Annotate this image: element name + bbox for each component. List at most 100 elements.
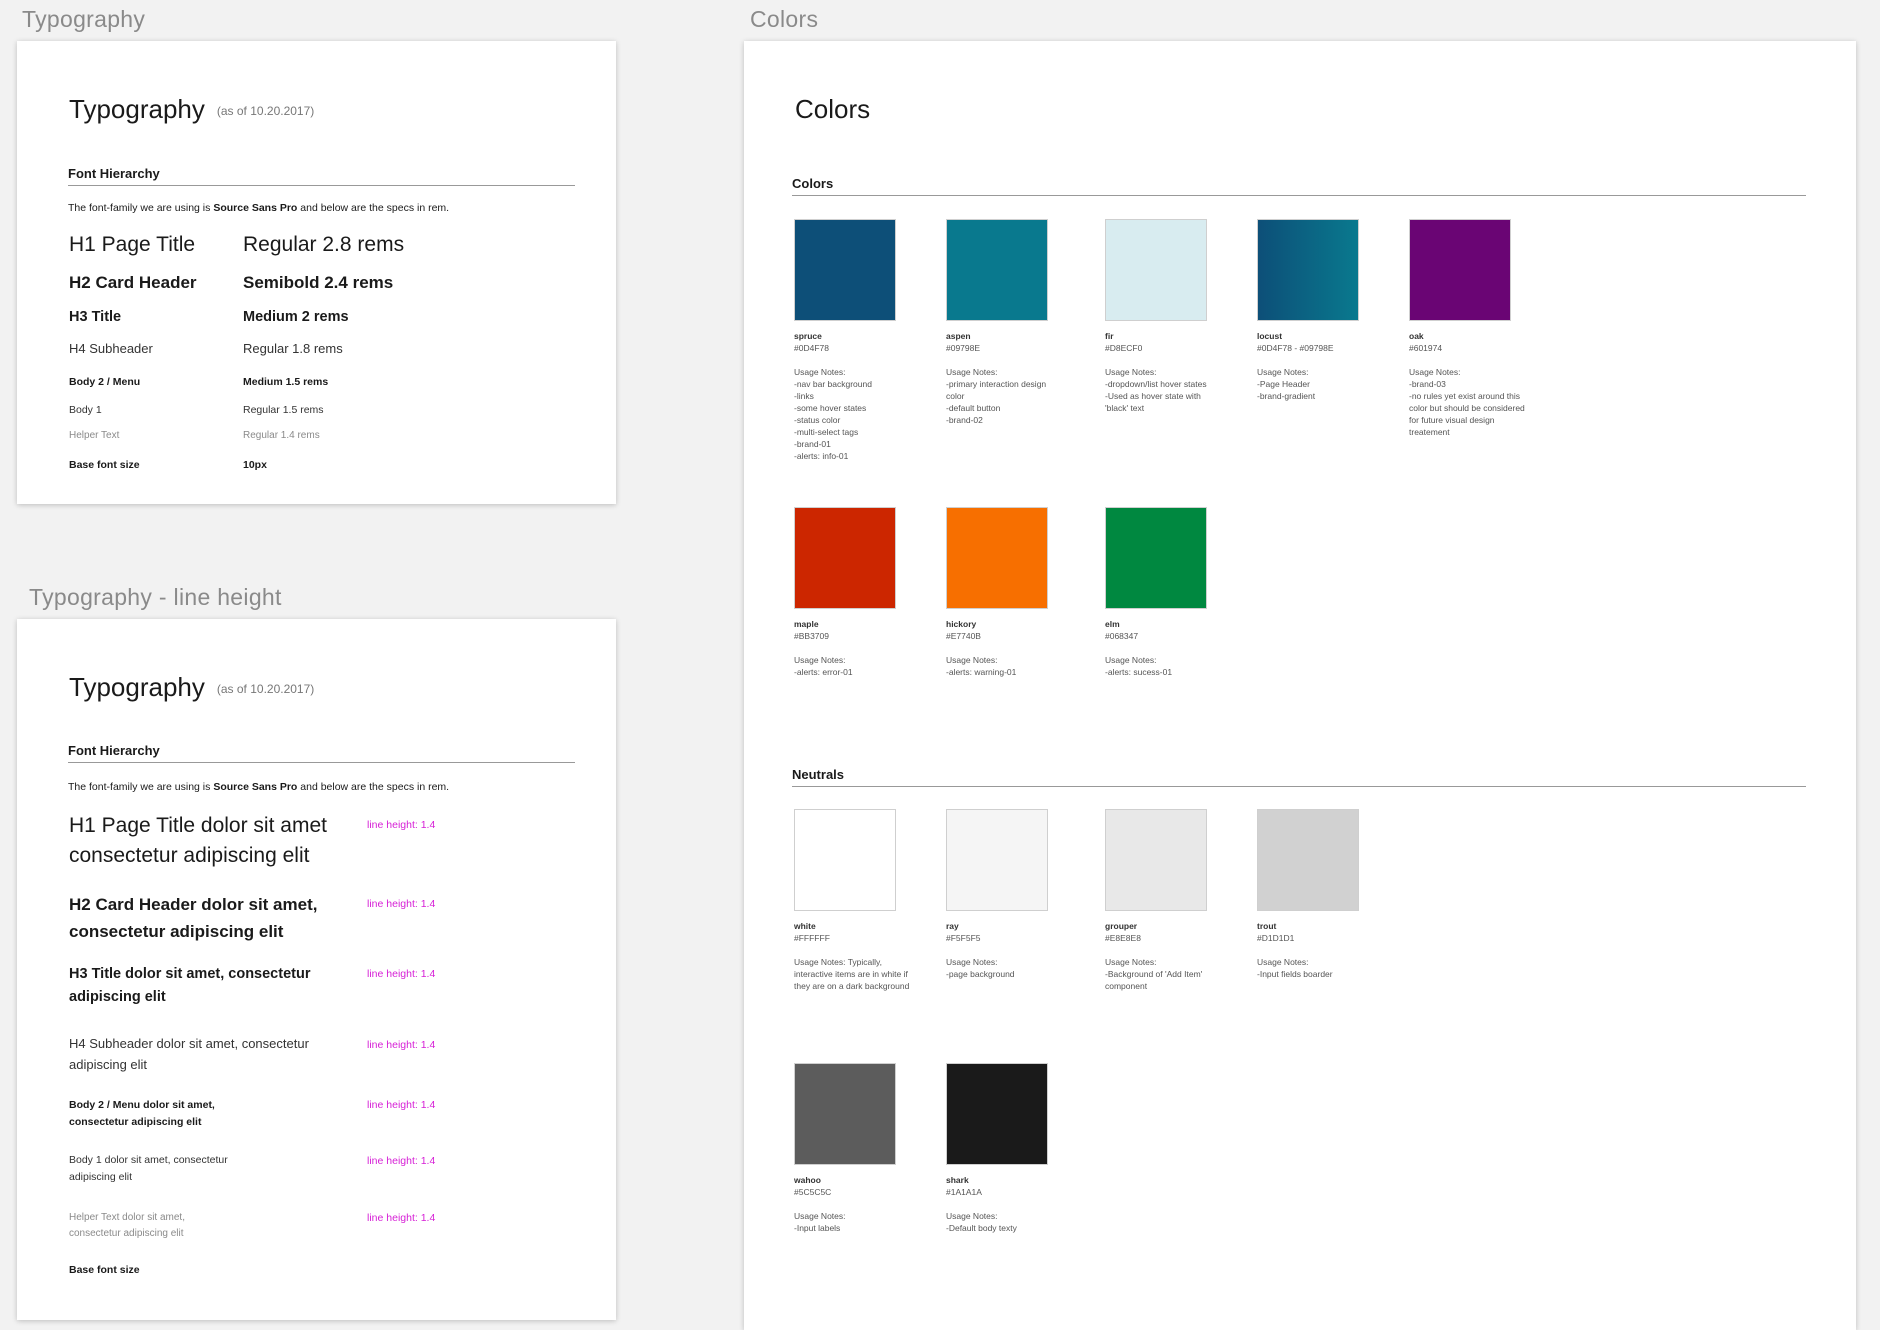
swatch-color [794, 219, 896, 321]
swatch-usage-notes: Usage Notes: -nav bar background -links … [794, 367, 872, 461]
swatch-hex: #D8ECF0 [1105, 343, 1143, 353]
lh-row-helper: Helper Text dolor sit amet, consectetur … [69, 1212, 185, 1239]
swatch-hex: #068347 [1105, 631, 1139, 641]
swatch-hex: #F5F5F5 [946, 933, 981, 943]
lh-row-h1: H1 Page Title dolor sit amet consectetur… [69, 814, 327, 868]
swatch-name: white [794, 921, 816, 931]
spec-value: Semibold 2.4 rems [243, 273, 394, 292]
lh-row-h2: H2 Card Header dolor sit amet, consectet… [69, 895, 318, 942]
swatch-maple: maple #BB3709 Usage Notes: -alerts: error-… [794, 507, 914, 678]
swatch-hickory: hickory #E7740B Usage Notes: -alerts: warn… [946, 507, 1066, 678]
lh-tag-h2: line height: 1.4 [367, 898, 436, 910]
page-title: Typography (as of 10.20.2017) [69, 672, 314, 703]
intro-font: Source Sans Pro [213, 202, 298, 214]
swatch-color [946, 507, 1048, 609]
spec-value: Regular 1.5 rems [243, 404, 324, 416]
section-heading: Font Hierarchy [68, 743, 575, 763]
swatch-usage-notes: Usage Notes: -alerts: warning-01 [946, 655, 1017, 677]
intro-pre: The font-family we are using is [68, 781, 214, 793]
swatch-color [1409, 219, 1511, 321]
swatch-usage-notes: Usage Notes: -alerts: sucess-01 [1105, 655, 1173, 677]
artboard-typography-lh[interactable]: Typography (as of 10.20.2017) Font Hierar… [17, 619, 616, 1320]
section-heading-neutrals: Neutrals [792, 767, 1806, 787]
swatch-grouper: grouper #E8E8E8 Usage Notes: -Background o… [1105, 809, 1225, 992]
swatch-aspen: aspen #09798E Usage Notes: -primary intera… [946, 219, 1066, 426]
spec-value: Medium 2 rems [243, 309, 349, 325]
artboard-typography[interactable]: Typography (as of 10.20.2017) Font Hierar… [17, 41, 616, 504]
artboard-label-typography-lh: Typography - line height [29, 584, 282, 610]
swatch-shark: shark #1A1A1A Usage Notes: -Default body t… [946, 1063, 1066, 1234]
intro-pre: The font-family we are using is [68, 202, 214, 214]
lh-tag-h1: line height: 1.4 [367, 819, 436, 831]
swatch-color [946, 219, 1048, 321]
spec-row-h1: H1 Page Title Regular 2.8 rems [69, 233, 596, 263]
swatch-usage-notes: Usage Notes: -Default body texty [946, 1211, 1017, 1233]
intro-text: The font-family we are using is Source S… [68, 202, 449, 214]
spec-name: H4 Subheader [69, 341, 153, 356]
swatch-hex: #E8E8E8 [1105, 933, 1141, 943]
swatch-color [946, 1063, 1048, 1165]
lh-tag-body2: line height: 1.4 [367, 1099, 436, 1111]
swatch-usage-notes: Usage Notes: -Page Header -brand-gradien… [1257, 367, 1316, 401]
swatch-hex: #E7740B [946, 631, 981, 641]
swatch-wahoo: wahoo #5C5C5C Usage Notes: -Input labels [794, 1063, 914, 1234]
swatch-usage-notes: Usage Notes: -brand-03 -no rules yet exi… [1409, 367, 1525, 437]
lh-tag-h3: line height: 1.4 [367, 968, 436, 980]
spec-row-h3: H3 Title Medium 2 rems [69, 309, 596, 339]
swatch-color [794, 507, 896, 609]
spec-name: Body 2 / Menu [69, 376, 141, 388]
swatch-color [946, 809, 1048, 911]
swatch-color [1257, 809, 1359, 911]
swatch-spruce: spruce #0D4F78 Usage Notes: -nav bar backg… [794, 219, 914, 462]
spec-row-body2: Body 2 / Menu Medium 1.5 rems [69, 376, 596, 406]
swatch-hex: #D1D1D1 [1257, 933, 1295, 943]
swatch-color [794, 1063, 896, 1165]
swatch-hex: #BB3709 [794, 631, 829, 641]
spec-name: H3 Title [69, 309, 122, 325]
swatch-hex: #601974 [1409, 343, 1443, 353]
page-title-text: Typography [69, 94, 205, 124]
intro-post: and below are the specs in rem. [297, 202, 450, 214]
spec-value: Medium 1.5 rems [243, 376, 329, 388]
swatch-fir: fir #D8ECF0 Usage Notes: -dropdown/list ho… [1105, 219, 1225, 414]
swatch-usage-notes: Usage Notes: Typically, interactive item… [794, 957, 910, 991]
lh-row-h4: H4 Subheader dolor sit amet, consectetur… [69, 1036, 309, 1072]
page-title: Typography (as of 10.20.2017) [69, 94, 314, 125]
spec-value: Regular 1.8 rems [243, 341, 343, 356]
spec-name: Base font size [69, 459, 140, 471]
swatch-name: spruce [794, 331, 822, 341]
swatch-ray: ray #F5F5F5 Usage Notes: -page background [946, 809, 1066, 980]
lh-row-h3: H3 Title dolor sit amet, consectetur adi… [69, 966, 311, 1006]
swatch-hex: #5C5C5C [794, 1187, 832, 1197]
section-heading: Font Hierarchy [68, 166, 575, 186]
page-date: (as of 10.20.2017) [216, 682, 315, 697]
artboard-colors[interactable]: Colors Colors Neutrals spruce #0D4F78 Usag… [744, 41, 1856, 1330]
intro-text: The font-family we are using is Source S… [68, 781, 449, 793]
section-heading-colors: Colors [792, 176, 1806, 196]
swatch-hex: #09798E [946, 343, 981, 353]
spec-row-h4: H4 Subheader Regular 1.8 rems [69, 341, 596, 371]
swatch-elm: elm #068347 Usage Notes: -alerts: sucess-0… [1105, 507, 1225, 678]
swatch-name: trout [1257, 921, 1277, 931]
swatch-usage-notes: Usage Notes: -Input fields boarder [1257, 957, 1333, 979]
swatch-name: maple [794, 619, 819, 629]
swatch-name: oak [1409, 331, 1424, 341]
swatch-usage-notes: Usage Notes: -Input labels [794, 1211, 846, 1233]
spec-value: Regular 2.8 rems [243, 233, 405, 256]
spec-name: Body 1 [69, 404, 102, 416]
swatch-name: shark [946, 1175, 969, 1185]
spec-name: H2 Card Header [69, 273, 197, 292]
swatch-name: aspen [946, 331, 971, 341]
intro-post: and below are the specs in rem. [297, 781, 450, 793]
page-title: Colors [795, 94, 871, 124]
swatch-name: wahoo [794, 1175, 821, 1185]
swatch-usage-notes: Usage Notes: -primary interaction design… [946, 367, 1047, 425]
swatch-usage-notes: Usage Notes: -page background [946, 957, 1015, 979]
spec-name: H1 Page Title [69, 233, 196, 256]
swatch-hex: #0D4F78 - #09798E [1257, 343, 1334, 353]
lh-row-base: Base font size [69, 1264, 140, 1276]
intro-font: Source Sans Pro [213, 781, 298, 793]
swatch-usage-notes: Usage Notes: -dropdown/list hover states… [1105, 367, 1207, 413]
swatch-name: hickory [946, 619, 977, 629]
artboard-label-colors: Colors [750, 6, 819, 32]
